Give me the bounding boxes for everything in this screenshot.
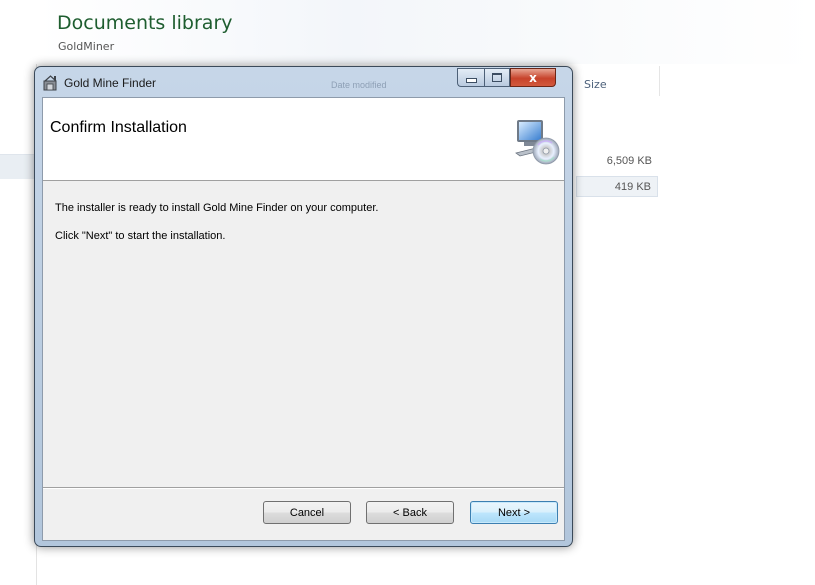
file-row-size[interactable]: 6,509 KB: [576, 151, 658, 172]
maximize-button[interactable]: [484, 68, 510, 87]
file-row-size[interactable]: 419 KB: [576, 176, 658, 197]
installer-dialog: Gold Mine Finder Date modified x Confirm…: [34, 66, 573, 547]
minimize-button[interactable]: [457, 68, 484, 87]
close-icon: x: [529, 70, 537, 85]
library-subtitle: GoldMiner: [58, 40, 115, 53]
library-title: Documents library: [57, 12, 233, 34]
column-header-size[interactable]: Size: [584, 78, 607, 91]
background-column-header: Date modified: [331, 80, 387, 90]
file-row-selection-band[interactable]: [0, 154, 36, 179]
next-button[interactable]: Next >: [470, 501, 558, 524]
maximize-icon: [492, 73, 502, 82]
dialog-title: Gold Mine Finder: [64, 76, 157, 90]
column-divider[interactable]: [659, 66, 660, 96]
installer-app-icon: [43, 75, 57, 91]
dialog-client-area: Confirm Installation The installer is re…: [42, 97, 565, 541]
cancel-button[interactable]: Cancel: [263, 501, 351, 524]
dialog-titlebar[interactable]: Gold Mine Finder Date modified x: [35, 67, 572, 97]
close-button[interactable]: x: [510, 68, 556, 87]
dialog-banner: Confirm Installation: [43, 98, 564, 181]
computer-disc-icon: [515, 120, 560, 165]
back-button[interactable]: < Back: [366, 501, 454, 524]
footer-divider: [43, 487, 564, 489]
instruction-text: Click "Next" to start the installation.: [55, 230, 226, 242]
banner-title: Confirm Installation: [50, 119, 187, 136]
minimize-icon: [465, 78, 477, 83]
instruction-text: The installer is ready to install Gold M…: [55, 202, 379, 214]
